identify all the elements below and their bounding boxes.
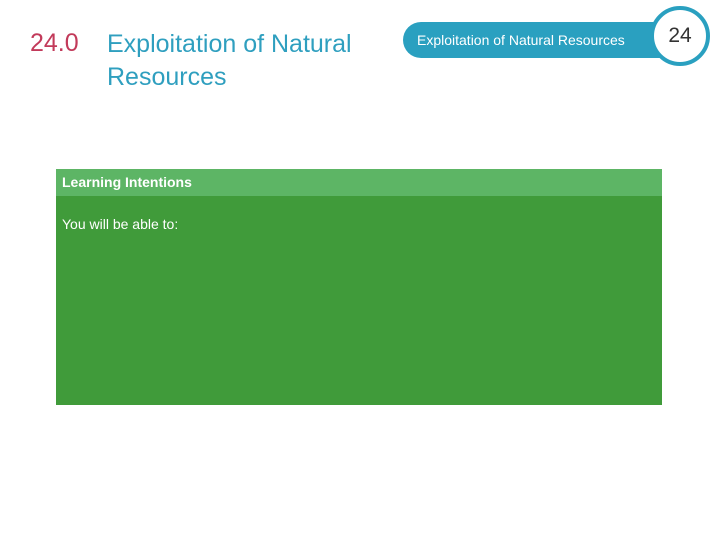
learning-intentions-header: Learning Intentions bbox=[56, 169, 662, 196]
chapter-header-label: Exploitation of Natural Resources bbox=[417, 32, 625, 48]
chapter-number: 24 bbox=[668, 24, 692, 47]
chapter-badge: 24 bbox=[650, 6, 710, 66]
page-title: Exploitation of Natural Resources bbox=[107, 30, 352, 91]
learning-intentions-heading: Learning Intentions bbox=[62, 174, 192, 190]
learning-intentions-box: Learning Intentions You will be able to: bbox=[56, 169, 662, 405]
learning-intentions-intro: You will be able to: bbox=[62, 216, 179, 232]
section-number: 24.0 bbox=[30, 29, 79, 57]
chapter-header-banner: Exploitation of Natural Resources bbox=[403, 22, 673, 58]
slide: 24.0 Exploitation of Natural Resources E… bbox=[0, 0, 720, 540]
